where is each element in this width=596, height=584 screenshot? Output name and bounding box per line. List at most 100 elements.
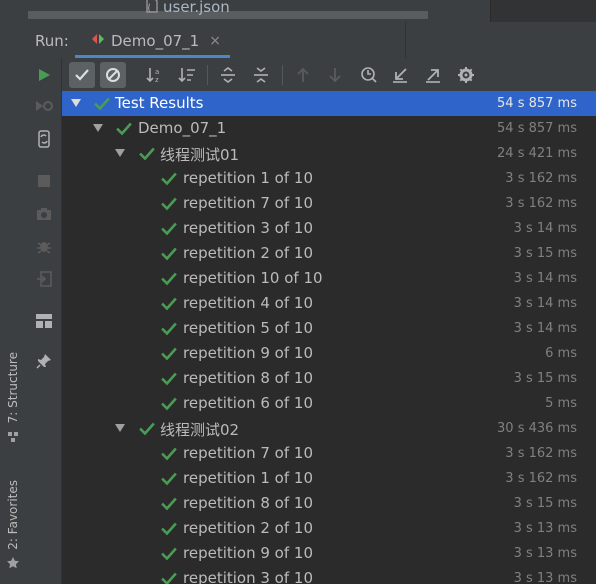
test-node-label: repetition 7 of 10 (183, 194, 313, 212)
test-duration: 3 s 14 ms (513, 321, 577, 336)
run-action-bar (27, 58, 62, 584)
test-node-label: repetition 2 of 10 (183, 519, 313, 537)
test-node-label: repetition 2 of 10 (183, 244, 313, 262)
structure-tool-tab[interactable]: 7: Structure (2, 352, 24, 447)
passed-check-icon (161, 546, 177, 562)
debug-icon[interactable] (33, 235, 55, 257)
tree-test-node[interactable]: repetition 7 of 10 3 s 162 ms (62, 441, 596, 466)
exit-icon[interactable] (33, 268, 55, 290)
passed-check-icon (161, 246, 177, 262)
test-node-label: repetition 3 of 10 (183, 569, 313, 584)
next-failed-icon[interactable] (322, 62, 348, 88)
test-results-tree[interactable]: Test Results 54 s 857 ms Demo_07_1 54 s 857… (62, 91, 596, 584)
test-duration: 3 s 13 ms (513, 571, 577, 584)
tree-group-node[interactable]: 线程测试02 30 s 436 ms (62, 416, 596, 441)
expand-all-icon[interactable] (215, 62, 241, 88)
test-node-label: repetition 4 of 10 (183, 294, 313, 312)
test-node-label: repetition 6 of 10 (183, 394, 313, 412)
test-node-label: Test Results (115, 94, 204, 112)
passed-check-icon (161, 446, 177, 462)
svg-text:z: z (155, 76, 159, 84)
tree-test-node[interactable]: repetition 6 of 10 5 ms (62, 391, 596, 416)
run-label: Run: (35, 32, 69, 50)
editor-tab-label: user.json (163, 0, 230, 16)
test-node-label: repetition 9 of 10 (183, 544, 313, 562)
header-separator (405, 22, 406, 58)
sort-alphabetically-icon[interactable]: az (142, 62, 168, 88)
tree-test-node[interactable]: repetition 8 of 10 3 s 15 ms (62, 366, 596, 391)
test-node-label: repetition 9 of 10 (183, 344, 313, 362)
editor-side-pane (490, 0, 596, 22)
toolbar-separator (282, 65, 283, 85)
settings-icon[interactable] (453, 62, 479, 88)
passed-check-icon (161, 471, 177, 487)
show-passed-icon[interactable] (69, 62, 95, 88)
file-json-icon (145, 0, 159, 17)
collapse-all-icon[interactable] (248, 62, 274, 88)
test-node-label: repetition 5 of 10 (183, 319, 313, 337)
toggle-auto-test-icon[interactable] (33, 128, 55, 150)
tree-test-node[interactable]: repetition 4 of 10 3 s 14 ms (62, 291, 596, 316)
previous-failed-icon[interactable] (290, 62, 316, 88)
test-duration: 3 s 162 ms (505, 446, 577, 461)
tree-test-node[interactable]: repetition 3 of 10 3 s 13 ms (62, 566, 596, 584)
run-tool-window-header: Run: Demo_07_1 × (27, 22, 596, 59)
tree-test-node[interactable]: repetition 5 of 10 3 s 14 ms (62, 316, 596, 341)
tree-test-node[interactable]: repetition 3 of 10 3 s 14 ms (62, 216, 596, 241)
tree-test-node[interactable]: repetition 9 of 10 3 s 13 ms (62, 541, 596, 566)
stop-icon[interactable] (33, 170, 55, 192)
sort-by-duration-icon[interactable] (174, 62, 200, 88)
layout-icon[interactable] (33, 310, 55, 332)
favorites-tool-tab[interactable]: 2: Favorites (2, 480, 24, 574)
editor-tab-user-json[interactable]: user.json (145, 0, 230, 17)
passed-check-icon (161, 396, 177, 412)
editor-tab-strip: user.json (0, 0, 596, 22)
tree-test-node[interactable]: repetition 9 of 10 6 ms (62, 341, 596, 366)
star-icon (6, 556, 20, 574)
tree-test-node[interactable]: repetition 10 of 10 3 s 14 ms (62, 266, 596, 291)
test-history-icon[interactable] (356, 62, 382, 88)
test-node-label: repetition 1 of 10 (183, 469, 313, 487)
tree-test-node[interactable]: repetition 2 of 10 3 s 15 ms (62, 241, 596, 266)
test-duration: 3 s 13 ms (513, 521, 577, 536)
show-ignored-icon[interactable] (100, 62, 126, 88)
test-duration: 54 s 857 ms (497, 121, 577, 136)
test-duration: 3 s 162 ms (505, 196, 577, 211)
test-duration: 3 s 14 ms (513, 221, 577, 236)
expand-arrow-icon[interactable] (115, 149, 125, 157)
test-duration: 3 s 15 ms (513, 371, 577, 386)
passed-check-icon (161, 271, 177, 287)
test-runner-toolbar: az (62, 58, 596, 91)
tree-test-node[interactable]: repetition 7 of 10 3 s 162 ms (62, 191, 596, 216)
rerun-icon[interactable] (33, 64, 55, 86)
tree-suite-node[interactable]: Demo_07_1 54 s 857 ms (62, 116, 596, 141)
passed-check-icon (139, 421, 155, 437)
tree-test-node[interactable]: repetition 8 of 10 3 s 15 ms (62, 491, 596, 516)
expand-arrow-icon[interactable] (115, 424, 125, 432)
export-tests-icon[interactable] (420, 62, 446, 88)
passed-check-icon (116, 121, 132, 137)
expand-arrow-icon[interactable] (71, 99, 81, 107)
pin-icon[interactable] (33, 350, 55, 372)
screenshot-icon[interactable] (33, 203, 55, 225)
expand-arrow-icon[interactable] (93, 124, 103, 132)
test-duration: 3 s 162 ms (505, 171, 577, 186)
test-node-label: repetition 10 of 10 (183, 269, 323, 287)
test-duration: 3 s 162 ms (505, 471, 577, 486)
test-duration: 5 ms (545, 396, 577, 411)
tree-test-node[interactable]: repetition 1 of 10 3 s 162 ms (62, 466, 596, 491)
run-tab-label: Demo_07_1 (111, 32, 200, 50)
tree-test-node[interactable]: repetition 2 of 10 3 s 13 ms (62, 516, 596, 541)
passed-check-icon (161, 521, 177, 537)
tree-test-node[interactable]: repetition 1 of 10 3 s 162 ms (62, 166, 596, 191)
test-node-label: 线程测试01 (160, 146, 240, 164)
rerun-failed-icon[interactable] (33, 95, 55, 117)
test-duration: 6 ms (545, 346, 577, 361)
import-tests-icon[interactable] (387, 62, 413, 88)
tree-group-node[interactable]: 线程测试01 24 s 421 ms (62, 141, 596, 166)
test-node-label: repetition 3 of 10 (183, 219, 313, 237)
test-duration: 3 s 14 ms (513, 296, 577, 311)
close-icon[interactable]: × (209, 33, 221, 49)
tree-root-test-results[interactable]: Test Results 54 s 857 ms (62, 91, 596, 116)
run-tab-demo[interactable]: Demo_07_1 × (75, 26, 230, 58)
